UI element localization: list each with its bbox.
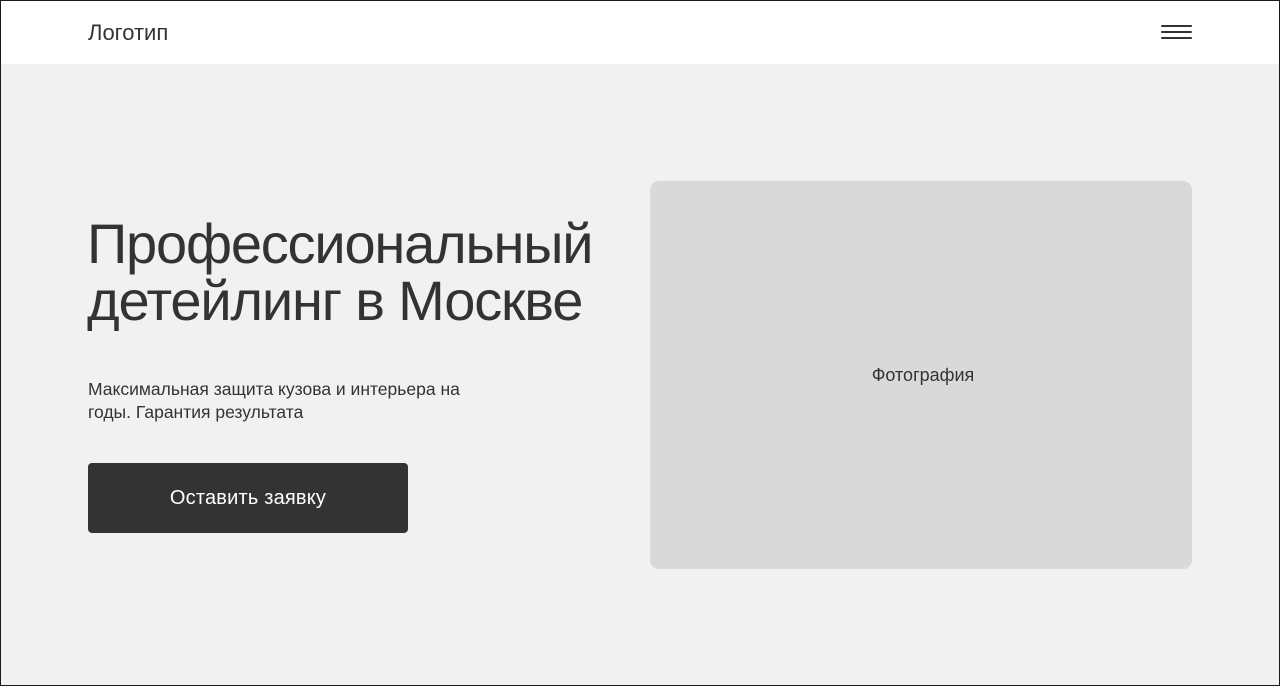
photo-placeholder-label: Фотография — [871, 364, 975, 385]
hero-subtitle: Максимальная защита кузова и интерьера н… — [88, 379, 460, 422]
hamburger-menu-icon[interactable] — [1161, 23, 1193, 43]
logo[interactable]: Логотип — [88, 20, 168, 46]
menu-line — [1161, 25, 1192, 27]
menu-line — [1161, 31, 1192, 33]
menu-line — [1161, 37, 1192, 39]
leave-request-button[interactable]: Оставить заявку — [88, 463, 408, 533]
site-header: Логотип — [1, 1, 1279, 64]
page-frame: Логотип Профессиональный детейлинг в Мос… — [0, 0, 1280, 686]
hero-title: Профессиональный детейлинг в Москве — [87, 212, 594, 332]
photo-placeholder: Фотография — [650, 181, 1192, 569]
